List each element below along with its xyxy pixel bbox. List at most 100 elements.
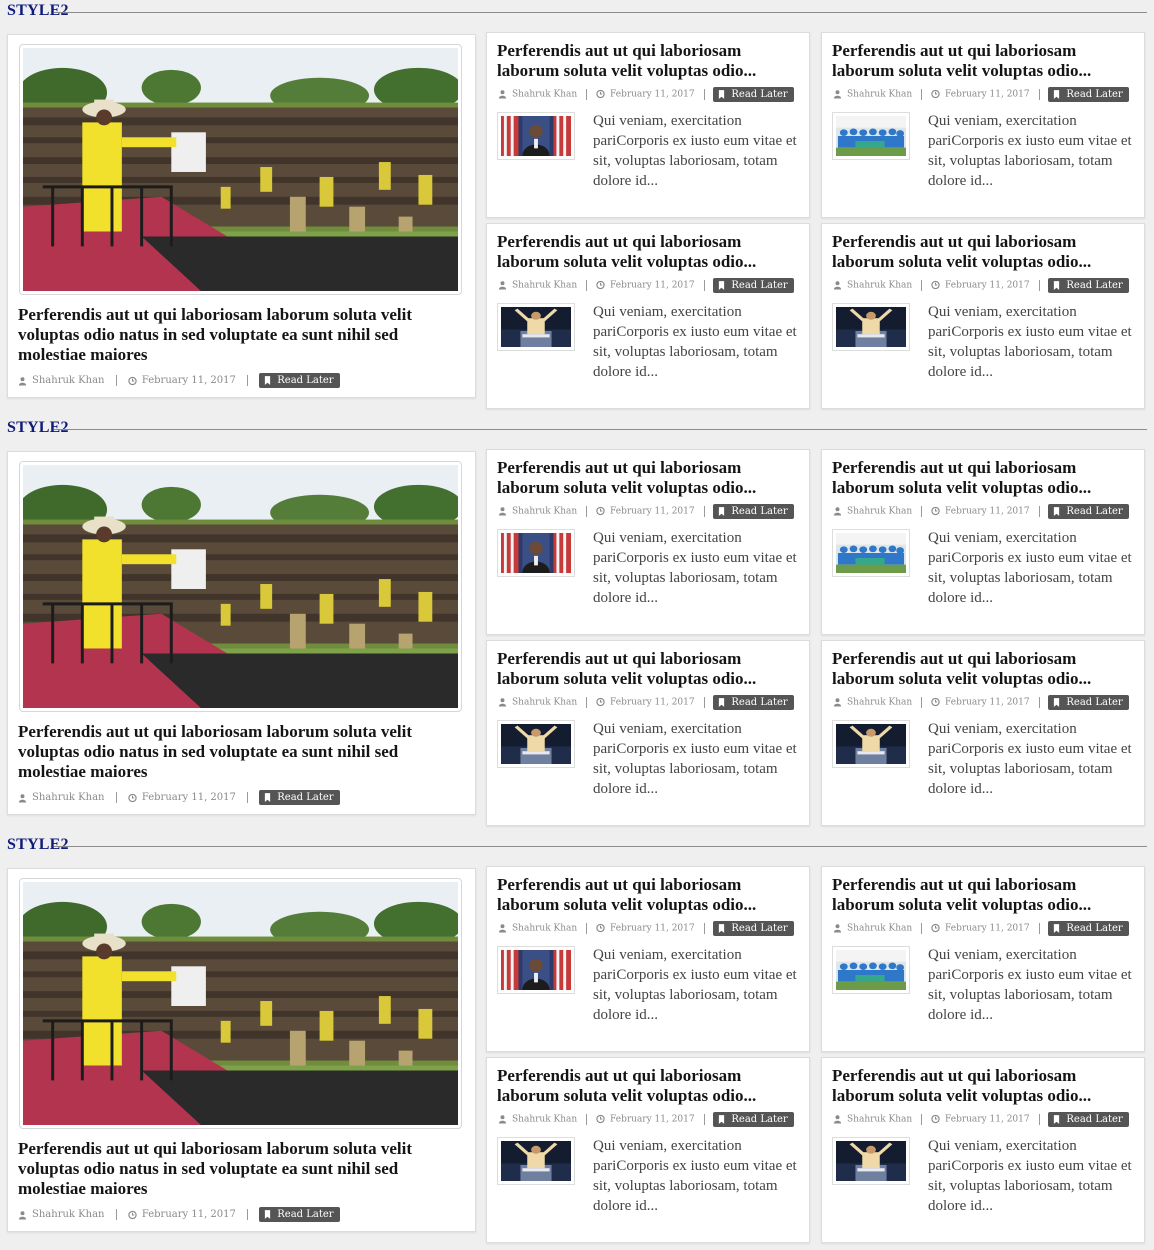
post-card: Perferendis aut ut qui laboriosam laboru…: [821, 223, 1145, 409]
featured-post-image[interactable]: [19, 461, 462, 712]
post-date: February 11, 2017: [609, 89, 695, 100]
author-name[interactable]: Shahruk Khan: [847, 698, 912, 708]
meta-divider: [586, 506, 588, 517]
post-date: February 11, 2017: [944, 280, 1030, 291]
featured-post-card: Perferendis aut ut qui laboriosam laboru…: [7, 451, 476, 815]
read-later-button[interactable]: Read Later: [1048, 1112, 1129, 1127]
author-name[interactable]: Shahruk Khan: [32, 375, 104, 386]
read-later-label: Read Later: [731, 89, 788, 100]
post-title[interactable]: Perferendis aut ut qui laboriosam laboru…: [832, 458, 1137, 498]
bookmark-icon: [1053, 1114, 1066, 1125]
post-title[interactable]: Perferendis aut ut qui laboriosam laboru…: [832, 41, 1137, 81]
read-later-button[interactable]: Read Later: [1048, 504, 1129, 519]
featured-post-title[interactable]: Perferendis aut ut qui laboriosam laboru…: [18, 305, 458, 365]
author-name[interactable]: Shahruk Khan: [32, 1209, 104, 1220]
clock-icon: [596, 698, 610, 708]
author-name[interactable]: Shahruk Khan: [512, 281, 577, 291]
author-name[interactable]: Shahruk Khan: [512, 90, 577, 100]
post-card: Perferendis aut ut qui laboriosam laboru…: [486, 1057, 810, 1243]
read-later-label: Read Later: [1066, 280, 1123, 291]
read-later-button[interactable]: Read Later: [1048, 278, 1129, 293]
author-icon: [498, 1115, 512, 1125]
clock-icon: [596, 90, 610, 100]
section-header: STYLE2: [7, 834, 1147, 858]
read-later-label: Read Later: [731, 506, 788, 517]
author-name[interactable]: Shahruk Khan: [512, 507, 577, 517]
bookmark-icon: [264, 792, 277, 803]
post-card: Perferendis aut ut qui laboriosam laboru…: [821, 32, 1145, 218]
author-name[interactable]: Shahruk Khan: [847, 924, 912, 934]
read-later-button[interactable]: Read Later: [259, 790, 340, 805]
post-date: February 11, 2017: [141, 792, 236, 803]
read-later-button[interactable]: Read Later: [1048, 695, 1129, 710]
read-later-button[interactable]: Read Later: [259, 1207, 340, 1222]
clock-icon: [931, 698, 945, 708]
post-title[interactable]: Perferendis aut ut qui laboriosam laboru…: [832, 649, 1137, 689]
author-name[interactable]: Shahruk Khan: [512, 698, 577, 708]
read-later-button[interactable]: Read Later: [259, 373, 340, 388]
post-thumbnail[interactable]: [497, 303, 575, 351]
post-title[interactable]: Perferendis aut ut qui laboriosam laboru…: [497, 232, 802, 272]
post-meta: Shahruk Khan February 11, 2017 Read Late…: [498, 695, 794, 710]
post-card: Perferendis aut ut qui laboriosam laboru…: [486, 866, 810, 1052]
meta-divider: [247, 375, 249, 386]
bookmark-icon: [1053, 506, 1066, 517]
author-name[interactable]: Shahruk Khan: [847, 507, 912, 517]
author-name[interactable]: Shahruk Khan: [512, 924, 577, 934]
featured-post-image[interactable]: [19, 44, 462, 295]
read-later-button[interactable]: Read Later: [713, 695, 794, 710]
post-title[interactable]: Perferendis aut ut qui laboriosam laboru…: [832, 875, 1137, 915]
read-later-button[interactable]: Read Later: [713, 1112, 794, 1127]
author-name[interactable]: Shahruk Khan: [512, 1115, 577, 1125]
post-excerpt: Qui veniam, exercitation pariCorporis ex…: [928, 947, 1132, 1023]
post-thumbnail[interactable]: [497, 720, 575, 768]
post-title[interactable]: Perferendis aut ut qui laboriosam laboru…: [832, 232, 1137, 272]
read-later-button[interactable]: Read Later: [713, 87, 794, 102]
post-thumbnail[interactable]: [497, 946, 575, 994]
read-later-button[interactable]: Read Later: [1048, 87, 1129, 102]
post-thumbnail[interactable]: [832, 946, 910, 994]
post-date: February 11, 2017: [944, 89, 1030, 100]
meta-divider: [703, 923, 705, 934]
post-thumbnail[interactable]: [832, 303, 910, 351]
post-title[interactable]: Perferendis aut ut qui laboriosam laboru…: [497, 458, 802, 498]
post-meta: Shahruk Khan February 11, 2017 Read Late…: [498, 921, 794, 936]
bookmark-icon: [718, 89, 731, 100]
author-name[interactable]: Shahruk Khan: [847, 281, 912, 291]
post-excerpt: Qui veniam, exercitation pariCorporis ex…: [593, 947, 797, 1023]
post-excerpt: Qui veniam, exercitation pariCorporis ex…: [928, 113, 1132, 189]
post-thumbnail[interactable]: [832, 1137, 910, 1185]
featured-post-title[interactable]: Perferendis aut ut qui laboriosam laboru…: [18, 722, 458, 782]
post-title[interactable]: Perferendis aut ut qui laboriosam laboru…: [832, 1066, 1137, 1106]
post-title[interactable]: Perferendis aut ut qui laboriosam laboru…: [497, 649, 802, 689]
post-thumbnail[interactable]: [497, 1137, 575, 1185]
post-excerpt: Qui veniam, exercitation pariCorporis ex…: [928, 721, 1132, 797]
post-thumbnail[interactable]: [832, 112, 910, 160]
post-meta: Shahruk Khan February 11, 2017 Read Late…: [833, 695, 1129, 710]
author-name[interactable]: Shahruk Khan: [32, 792, 104, 803]
featured-post-title[interactable]: Perferendis aut ut qui laboriosam laboru…: [18, 1139, 458, 1199]
post-title[interactable]: Perferendis aut ut qui laboriosam laboru…: [497, 41, 802, 81]
read-later-label: Read Later: [731, 923, 788, 934]
meta-divider: [703, 697, 705, 708]
post-title[interactable]: Perferendis aut ut qui laboriosam laboru…: [497, 875, 802, 915]
post-thumbnail[interactable]: [497, 112, 575, 160]
section-divider: [54, 846, 1147, 847]
meta-divider: [921, 697, 923, 708]
post-thumbnail[interactable]: [832, 529, 910, 577]
post-thumbnail[interactable]: [832, 720, 910, 768]
post-date: February 11, 2017: [141, 375, 236, 386]
read-later-button[interactable]: Read Later: [713, 504, 794, 519]
featured-post-image[interactable]: [19, 878, 462, 1129]
post-thumbnail[interactable]: [497, 529, 575, 577]
read-later-button[interactable]: Read Later: [713, 921, 794, 936]
author-name[interactable]: Shahruk Khan: [847, 90, 912, 100]
author-name[interactable]: Shahruk Khan: [847, 1115, 912, 1125]
post-title[interactable]: Perferendis aut ut qui laboriosam laboru…: [497, 1066, 802, 1106]
read-later-button[interactable]: Read Later: [1048, 921, 1129, 936]
author-icon: [833, 698, 847, 708]
read-later-button[interactable]: Read Later: [713, 278, 794, 293]
post-date: February 11, 2017: [609, 506, 695, 517]
read-later-label: Read Later: [277, 375, 334, 386]
post-date: February 11, 2017: [141, 1209, 236, 1220]
